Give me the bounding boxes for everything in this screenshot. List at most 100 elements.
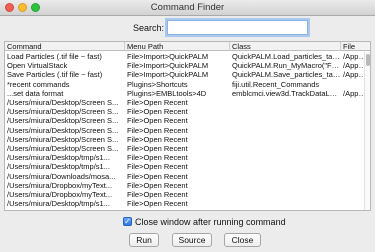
title-bar[interactable]: Command Finder: [0, 0, 375, 16]
cell-command: /Users/miura/Dropbox/myText...: [7, 190, 113, 199]
cell-class: [230, 126, 341, 135]
cell-class: [230, 190, 341, 199]
table-row[interactable]: /Users/miura/Desktop/Screen S... File>Ope…: [5, 107, 366, 116]
cell-class: [230, 162, 341, 171]
table-row[interactable]: /Users/miura/Desktop/Screen S... File>Ope…: [5, 135, 366, 144]
close-after-run-label: Close window after running command: [135, 217, 286, 227]
table-row[interactable]: /Users/miura/Desktop/tmp/s1... File>Open …: [5, 162, 366, 171]
table-row[interactable]: Open VirtualStack File>Import>QuickPALM Qu…: [5, 61, 366, 70]
cell-class: [230, 116, 341, 125]
cell-file: [341, 80, 366, 89]
cell-class: QuickPALM.Run_MyMacro("Fast_...: [232, 61, 341, 71]
cell-command: Open VirtualStack: [7, 61, 68, 71]
column-header-file[interactable]: File: [341, 42, 370, 51]
cell-class: [230, 172, 341, 181]
table-row[interactable]: *recent commands Plugins>Shortcuts fiji.ut…: [5, 80, 366, 89]
run-button[interactable]: Run: [129, 233, 159, 247]
cell-menu-path: File>Open Recent: [127, 153, 188, 163]
cell-menu-path: File>Open Recent: [127, 162, 188, 172]
table-row[interactable]: Load Particles (.tif file ~ fast) File>Im…: [5, 52, 366, 61]
cell-menu-path: File>Open Recent: [127, 190, 188, 199]
cell-class: [230, 144, 341, 153]
cell-file: [341, 153, 366, 162]
cell-menu-path: File>Open Recent: [127, 98, 188, 107]
column-header-class[interactable]: Class: [230, 42, 341, 51]
column-header-command[interactable]: Command: [5, 42, 125, 51]
table-row[interactable]: /Users/miura/Desktop/tmp/s1... File>Open …: [5, 199, 366, 208]
cell-command: /Users/miura/Desktop/tmp/s1...: [7, 162, 110, 172]
cell-class: QuickPALM.Save_particles_table...: [232, 70, 341, 80]
cell-command: Save Particles (.tif file ~ fast): [7, 70, 103, 80]
search-label: Search:: [132, 23, 164, 33]
cell-command: *recent commands: [7, 79, 70, 89]
column-header-menu-path[interactable]: Menu Path: [125, 42, 230, 51]
close-after-run-option[interactable]: ✓ Close window after running command: [0, 216, 375, 228]
cell-class: emblcmci.view3d.TrackDataLoa...: [232, 88, 341, 98]
cell-command: /Users/miura/Desktop/Screen S...: [7, 98, 119, 107]
table-row[interactable]: /Users/miura/Dropbox/myText... File>Open …: [5, 190, 366, 199]
cell-file: [341, 199, 366, 208]
cell-menu-path: File>Import>QuickPALM: [127, 61, 209, 71]
scrollbar-thumb[interactable]: [366, 54, 370, 66]
cell-class: fiji.util.Recent_Commands: [232, 79, 320, 89]
cell-command: Load Particles (.tif file ~ fast): [7, 52, 102, 61]
cell-file: [341, 126, 366, 135]
cell-class: QuickPALM.Load_particles_table...: [232, 52, 341, 61]
cell-file: [341, 116, 366, 125]
source-button[interactable]: Source: [172, 233, 212, 247]
table-header: Command Menu Path Class File: [5, 42, 370, 51]
cell-menu-path: File>Open Recent: [127, 144, 188, 153]
cell-class: [230, 135, 341, 144]
vertical-scrollbar[interactable]: [364, 52, 370, 210]
cell-file: [341, 144, 366, 153]
cell-class: [230, 107, 341, 116]
table-row[interactable]: /Users/miura/Desktop/Screen S... File>Ope…: [5, 126, 366, 135]
cell-menu-path: File>Open Recent: [127, 199, 188, 209]
cell-command: /Users/miura/Desktop/Screen S...: [7, 116, 119, 126]
close-after-run-checkbox[interactable]: ✓: [123, 217, 132, 226]
table-row[interactable]: /Users/miura/Desktop/Screen S... File>Ope…: [5, 144, 366, 153]
table-row[interactable]: /Users/miura/Dropbox/myText... File>Open …: [5, 181, 366, 190]
cell-menu-path: File>Open Recent: [127, 134, 188, 144]
cell-menu-path: File>Open Recent: [127, 125, 188, 135]
cell-menu-path: Plugins>EMBLtools>4D: [127, 88, 207, 98]
table-row[interactable]: /Users/miura/Downloads/mosa... File>Open …: [5, 172, 366, 181]
search-input[interactable]: [167, 20, 308, 35]
cell-menu-path: File>Import>QuickPALM: [127, 70, 209, 80]
cell-file: /Applic...: [343, 61, 366, 71]
table-row[interactable]: Save Particles (.tif file ~ fast) File>Im…: [5, 70, 366, 79]
cell-file: /Applic...: [343, 52, 366, 61]
cell-menu-path: File>Open Recent: [127, 180, 188, 190]
table-row[interactable]: /Users/miura/Desktop/Screen S... File>Ope…: [5, 116, 366, 125]
cell-file: /Applic...: [343, 88, 366, 98]
cell-menu-path: File>Import>QuickPALM: [127, 52, 209, 61]
cell-menu-path: File>Open Recent: [127, 171, 188, 181]
cell-class: [230, 199, 341, 208]
cell-command: /Users/miura/Dropbox/myText...: [7, 180, 113, 190]
cell-class: [230, 181, 341, 190]
cell-file: [341, 172, 366, 181]
cell-command: /Users/miura/Desktop/Screen S...: [7, 144, 119, 153]
table-row[interactable]: ...set data format Plugins>EMBLtools>4D em…: [5, 89, 366, 98]
table-body: Load Particles (.tif file ~ fast) File>Im…: [5, 52, 366, 210]
cell-menu-path: File>Open Recent: [127, 107, 188, 117]
cell-file: /Applic...: [343, 70, 366, 80]
cell-class: [230, 153, 341, 162]
window-title: Command Finder: [150, 2, 225, 13]
cell-class: [230, 98, 341, 107]
cell-file: [341, 181, 366, 190]
cell-menu-path: File>Open Recent: [127, 116, 188, 126]
cell-file: [341, 190, 366, 199]
close-button[interactable]: Close: [224, 233, 261, 247]
cell-file: [341, 135, 366, 144]
search-row: Search:: [0, 20, 375, 36]
cell-command: ...set data format: [7, 88, 64, 98]
cell-command: /Users/miura/Desktop/Screen S...: [7, 134, 119, 144]
cell-file: [341, 98, 366, 107]
cell-file: [341, 107, 366, 116]
cell-menu-path: Plugins>Shortcuts: [127, 79, 188, 89]
cell-command: /Users/miura/Desktop/tmp/s1...: [7, 199, 110, 209]
command-finder-window: Command Finder Search: Command Menu Path…: [0, 0, 375, 252]
table-row[interactable]: /Users/miura/Desktop/Screen S... File>Ope…: [5, 98, 366, 107]
table-row[interactable]: /Users/miura/Desktop/tmp/s1... File>Open …: [5, 153, 366, 162]
